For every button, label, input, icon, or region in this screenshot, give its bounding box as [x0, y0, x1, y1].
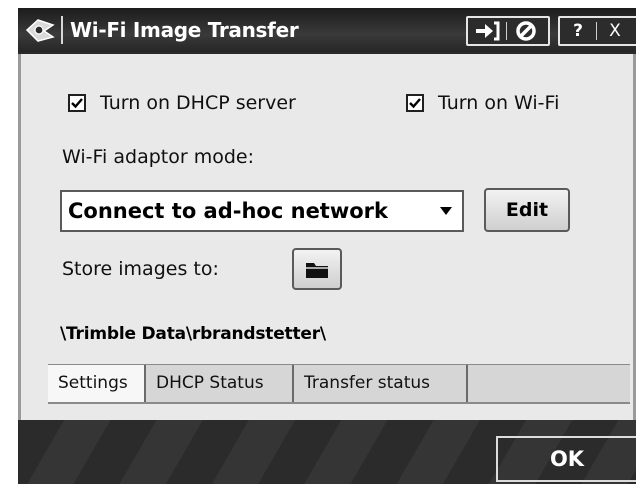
tab-transfer-status[interactable]: Transfer status — [294, 365, 468, 402]
edit-button[interactable]: Edit — [484, 188, 570, 232]
adaptor-mode-dropdown[interactable]: Connect to ad-hoc network — [60, 190, 464, 232]
help-button[interactable]: ? — [560, 18, 596, 44]
app-logo-icon — [25, 19, 55, 42]
device-screen: Wi-Fi Image Transfer ? X Turn on DHCP se… — [18, 8, 636, 484]
arrow-in-icon[interactable] — [468, 18, 506, 44]
dhcp-checkbox[interactable] — [68, 94, 86, 112]
store-images-label: Store images to: — [62, 258, 219, 280]
checkmark-icon — [71, 98, 83, 109]
close-button[interactable]: X — [597, 18, 633, 44]
adaptor-mode-value: Connect to ad-hoc network — [68, 199, 388, 223]
window-title: Wi-Fi Image Transfer — [70, 18, 299, 42]
dropdown-arrow-icon[interactable] — [440, 207, 452, 215]
command-bar: OK — [18, 420, 636, 484]
store-path: \Trimble Data\rbrandstetter\ — [60, 324, 326, 344]
tab-dhcp-status[interactable]: DHCP Status — [146, 365, 294, 402]
checkmark-icon — [409, 98, 421, 109]
wifi-checkbox-row[interactable]: Turn on Wi-Fi — [406, 88, 559, 118]
folder-icon — [306, 263, 328, 278]
title-bar: Wi-Fi Image Transfer ? X — [18, 8, 636, 52]
dhcp-checkbox-row[interactable]: Turn on DHCP server — [68, 88, 296, 118]
window-controls: ? X — [558, 16, 636, 46]
wifi-checkbox-label: Turn on Wi-Fi — [438, 92, 560, 114]
dhcp-checkbox-label: Turn on DHCP server — [100, 92, 296, 114]
browse-folder-button[interactable] — [292, 248, 342, 290]
adaptor-mode-label: Wi-Fi adaptor mode: — [62, 146, 254, 168]
title-separator — [61, 16, 63, 44]
tab-bar: Settings DHCP Status Transfer status — [48, 364, 630, 404]
connectivity-controls — [466, 16, 550, 46]
connection-icon[interactable] — [507, 18, 545, 44]
wifi-checkbox[interactable] — [406, 94, 424, 112]
tab-bar-filler — [468, 365, 630, 402]
tab-settings[interactable]: Settings — [48, 365, 146, 402]
ok-button[interactable]: OK — [496, 436, 636, 482]
